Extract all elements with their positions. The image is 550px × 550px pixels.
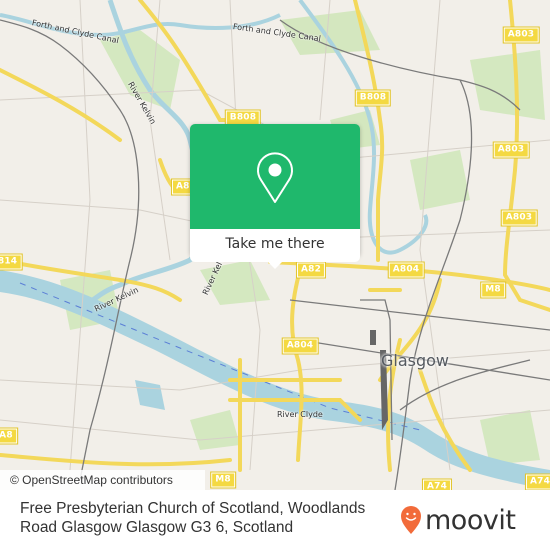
road-shield-m8: M8 xyxy=(480,281,506,299)
popup-header xyxy=(190,124,360,229)
map-pin-icon xyxy=(257,152,293,203)
map[interactable]: B808 B808 A803 A803 A803 A82 A82 A804 A8… xyxy=(0,0,550,490)
road-shield-a74: A74 xyxy=(524,473,550,490)
city-label-glasgow: Glasgow xyxy=(381,351,450,370)
road-shield-a74: A74 xyxy=(421,478,453,490)
road-shield-a814: A814 xyxy=(0,253,23,271)
moovit-wordmark: moovit xyxy=(425,504,516,536)
road-shield-a8: A8 xyxy=(0,427,18,445)
station-queen-street xyxy=(370,330,376,345)
popup-pointer xyxy=(267,261,283,269)
place-address: Free Presbyterian Church of Scotland, Wo… xyxy=(20,500,366,536)
road-shield-a804: A804 xyxy=(281,337,319,355)
road-shield-m8: M8 xyxy=(210,471,236,489)
road-shield-a803: A803 xyxy=(492,141,530,159)
road-shield-a804: A804 xyxy=(387,261,425,279)
location-popup: Take me there xyxy=(190,124,360,269)
water-label-river-clyde: River Clyde xyxy=(277,410,323,419)
take-me-there-button[interactable]: Take me there xyxy=(190,229,360,262)
moovit-pin-icon xyxy=(401,506,421,534)
road-shield-b808: B808 xyxy=(354,89,392,107)
road-shield-a803: A803 xyxy=(500,209,538,227)
road-shield-a803: A803 xyxy=(502,26,540,44)
footer: Free Presbyterian Church of Scotland, Wo… xyxy=(0,490,550,550)
moovit-logo[interactable]: moovit xyxy=(400,500,516,540)
road-shield-a82: A82 xyxy=(295,261,327,279)
osm-attribution[interactable]: © OpenStreetMap contributors xyxy=(0,470,205,490)
